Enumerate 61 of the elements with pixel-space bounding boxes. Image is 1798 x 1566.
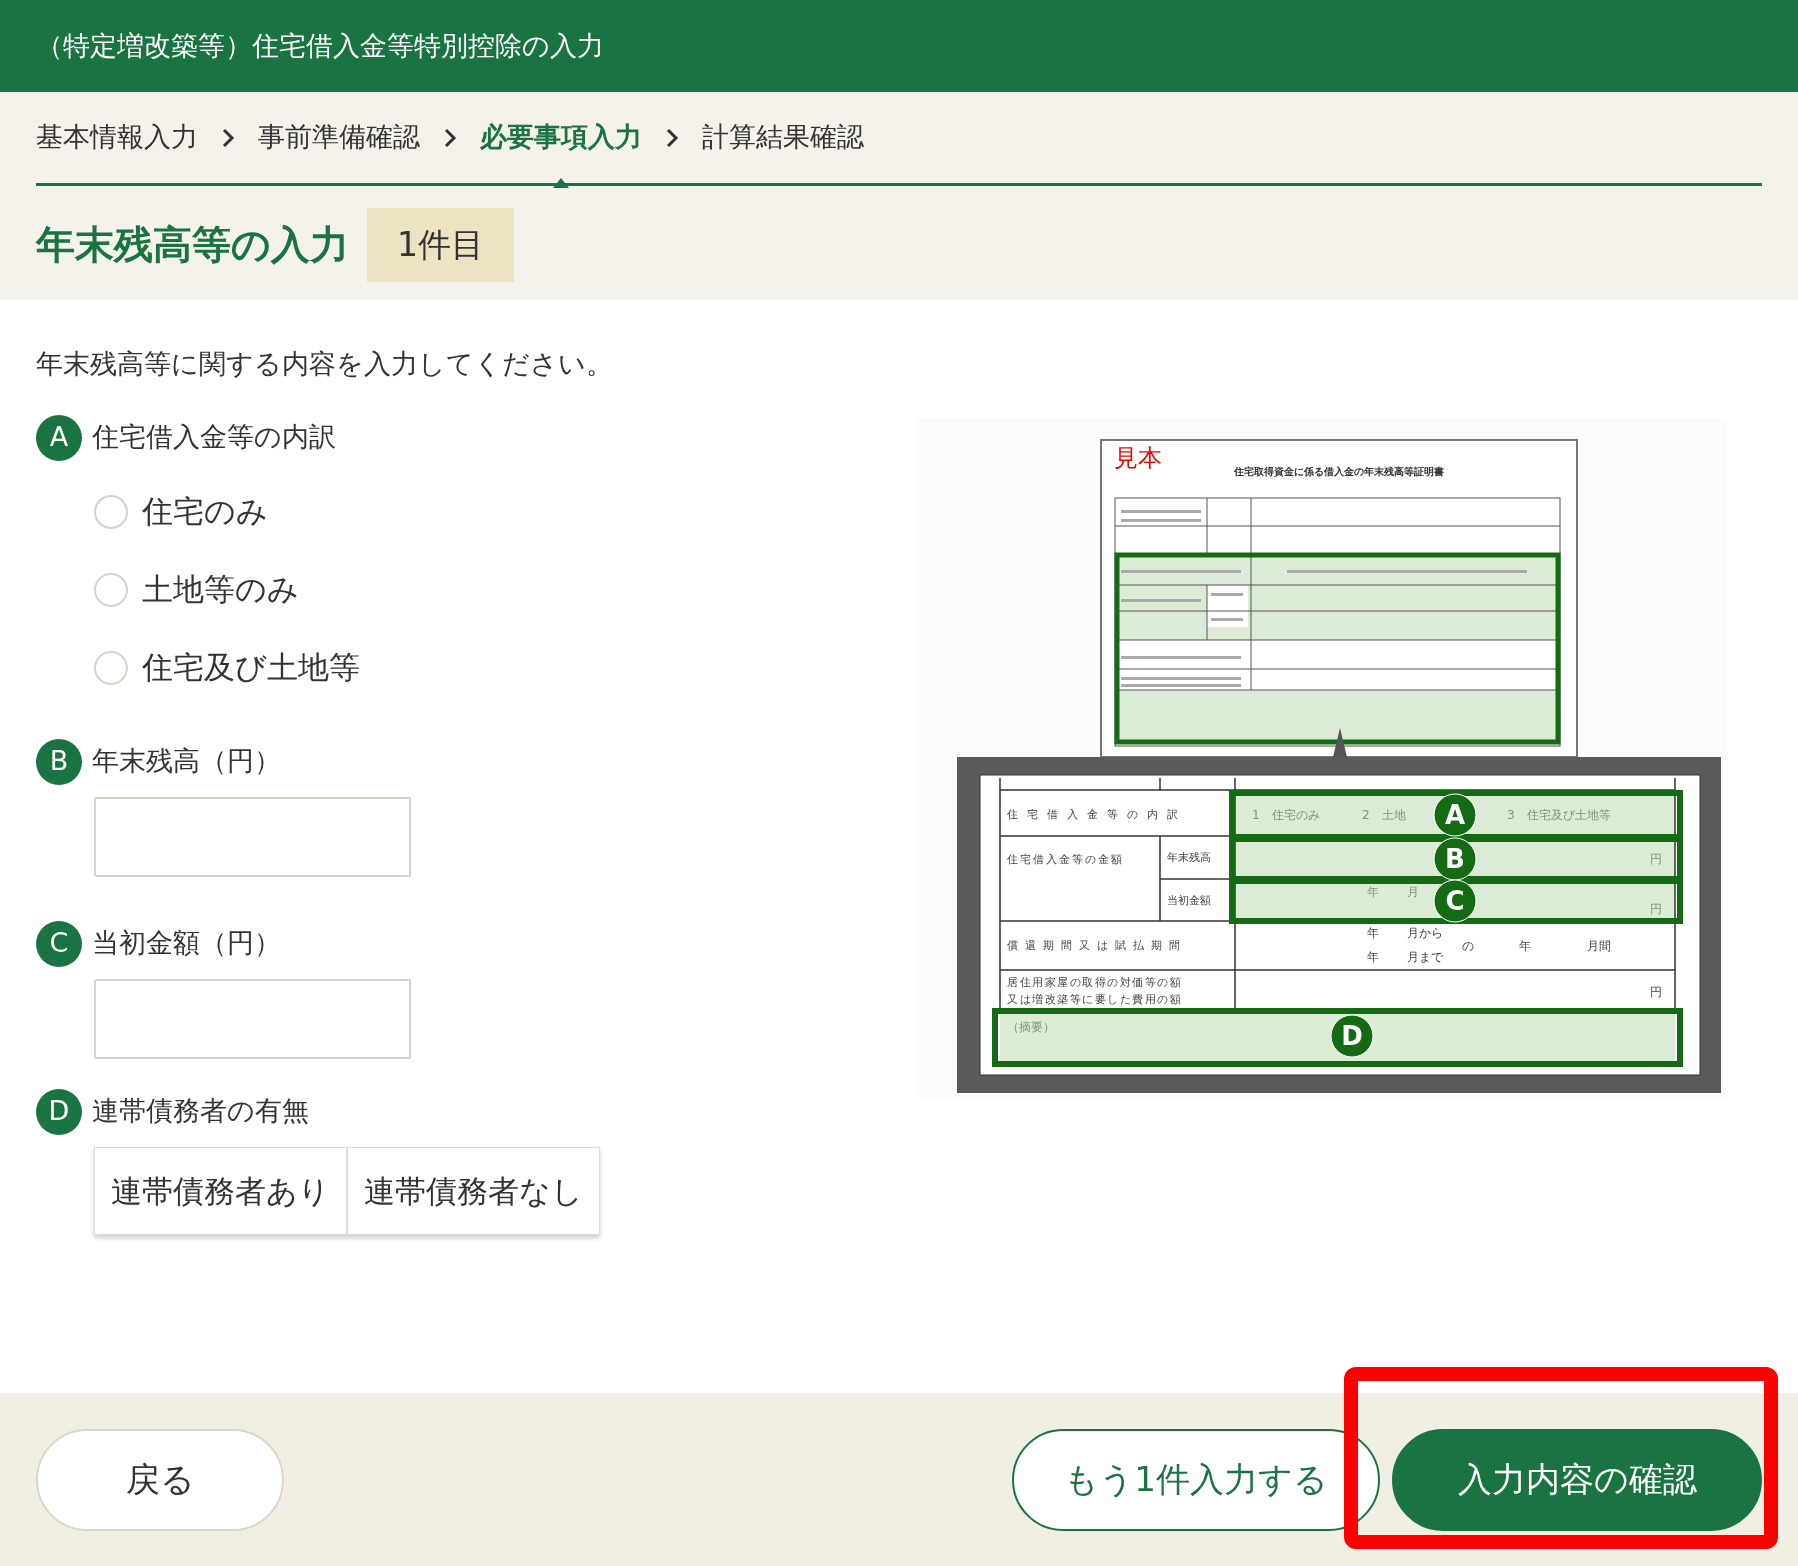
marker-badge: A xyxy=(36,414,82,461)
radio-button[interactable] xyxy=(94,650,128,685)
form-option: 2 土地 xyxy=(1362,808,1406,822)
unit-label: 円 xyxy=(1650,902,1662,916)
form-label: 年末残高 xyxy=(1167,851,1211,864)
instruction-text: 年末残高等に関する内容を入力してください。 xyxy=(36,347,614,381)
date-label: 年 xyxy=(1519,939,1531,953)
chevron-icon xyxy=(442,126,458,149)
form-option: 3 住宅及び土地等 xyxy=(1507,808,1611,822)
field-label: 連帯債務者の有無 xyxy=(92,1094,309,1129)
page-title: （特定増改築等）住宅借入金等特別控除の入力 xyxy=(36,28,604,63)
radio-button[interactable] xyxy=(94,494,128,529)
toggle-button[interactable]: 連帯債務者あり xyxy=(94,1146,347,1235)
input-field[interactable] xyxy=(94,978,411,1059)
date-label: 年 xyxy=(1367,950,1379,964)
form-label: 又は増改築等に要した費用の額 xyxy=(1007,993,1182,1006)
breadcrumb-step: 計算結果確認 xyxy=(702,117,864,158)
field-label: 当初金額（円） xyxy=(92,926,281,961)
unit-label: 円 xyxy=(1650,985,1662,999)
form-label: 居住用家屋の取得の対価等の額 xyxy=(1007,976,1182,989)
date-label: 月から xyxy=(1407,926,1443,940)
form-label: 住宅借入金等の金額 xyxy=(1007,853,1124,866)
radio-label[interactable]: 住宅及び土地等 xyxy=(142,644,360,691)
add-another-button[interactable]: もう1件入力する xyxy=(1012,1428,1380,1531)
sample-label: 見本 xyxy=(1114,444,1162,472)
form-option: 1 住宅のみ xyxy=(1252,808,1320,822)
form-label: 償還期間又は賦払期間 xyxy=(1007,939,1187,952)
breadcrumb-step: 基本情報入力 xyxy=(36,117,198,158)
section-heading: 年末残高等の入力 xyxy=(36,220,349,269)
marker-badge: D xyxy=(1330,1014,1374,1058)
date-label: 年 xyxy=(1367,926,1379,940)
count-badge: 1件目 xyxy=(367,208,514,282)
confirm-button[interactable]: 入力内容の確認 xyxy=(1392,1428,1762,1531)
marker-badge: B xyxy=(1433,837,1477,881)
breadcrumb-step: 事前準備確認 xyxy=(258,117,420,158)
back-button[interactable]: 戻る xyxy=(36,1428,284,1531)
date-label: 月 xyxy=(1407,885,1419,899)
date-label: 月間 xyxy=(1587,939,1611,953)
form-label: （摘要） xyxy=(1007,1020,1055,1034)
field-label: 住宅借入金等の内訳 xyxy=(92,420,336,455)
marker-badge: D xyxy=(36,1088,82,1135)
radio-label[interactable]: 住宅のみ xyxy=(142,488,268,535)
marker-badge: B xyxy=(36,738,82,785)
date-label: 月まで xyxy=(1407,950,1443,964)
marker-badge: A xyxy=(1433,793,1477,837)
input-field[interactable] xyxy=(94,796,411,877)
chevron-icon xyxy=(664,126,680,149)
toggle-button[interactable]: 連帯債務者なし xyxy=(347,1146,600,1235)
form-label: 住宅借入金等の内訳 xyxy=(1007,808,1187,821)
radio-button[interactable] xyxy=(94,572,128,607)
marker-badge: C xyxy=(1433,879,1477,923)
marker-badge: C xyxy=(36,920,82,967)
date-label: の xyxy=(1462,939,1474,953)
form-label: 当初金額 xyxy=(1167,894,1211,907)
unit-label: 円 xyxy=(1650,852,1662,866)
radio-label[interactable]: 土地等のみ xyxy=(142,566,299,613)
date-label: 年 xyxy=(1367,885,1379,899)
document-title: 住宅取得資金に係る借入金の年末残高等証明書 xyxy=(1234,466,1444,477)
breadcrumb-step: 必要事項入力 xyxy=(480,117,642,158)
field-label: 年末残高（円） xyxy=(92,744,281,779)
chevron-icon xyxy=(220,126,236,149)
